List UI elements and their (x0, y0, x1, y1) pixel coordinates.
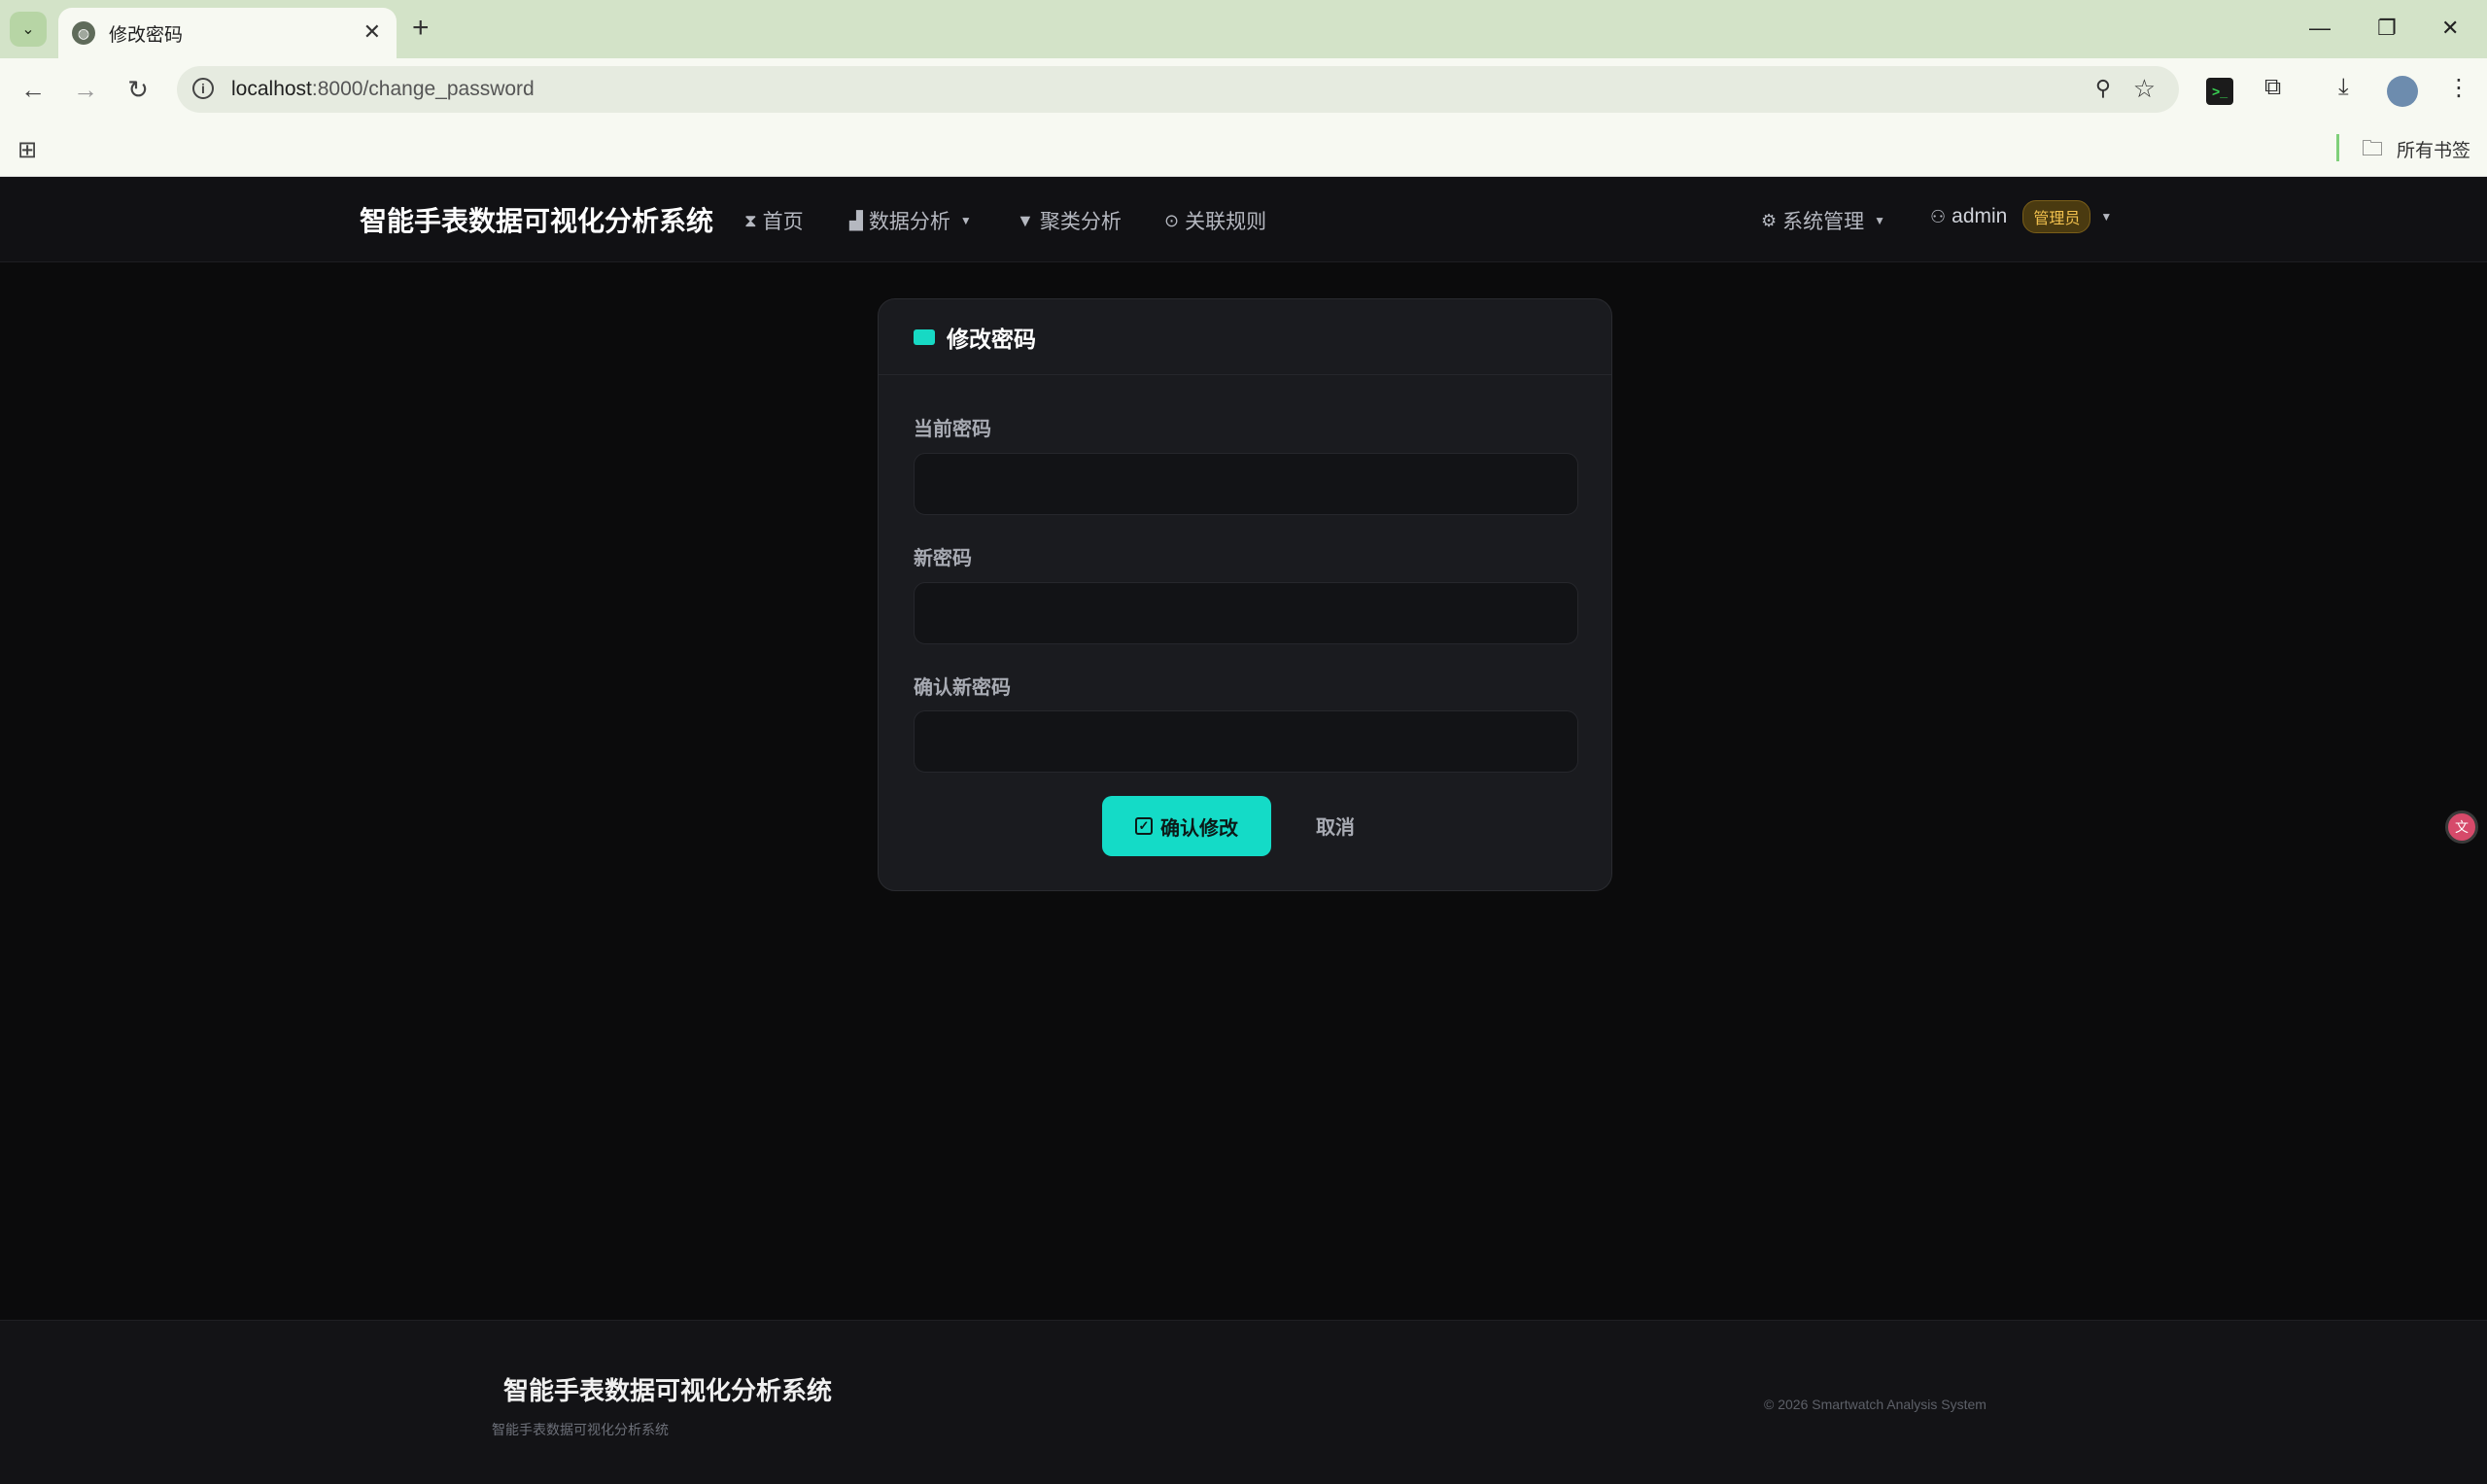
confirm-change-button[interactable]: ✓ 确认修改 (1102, 796, 1271, 856)
profile-avatar[interactable] (2387, 76, 2418, 107)
card-header: 修改密码 (879, 299, 1611, 375)
user-menu[interactable]: ⚇ admin 管理员 ▼ (1930, 200, 2112, 233)
chevron-down-icon: ⌄ (21, 21, 35, 38)
footer-brand: 智能手表数据可视化分析系统 (503, 1376, 833, 1405)
role-badge: 管理员 (2022, 200, 2091, 233)
thumb-down-icon: ▼ (1017, 210, 1034, 230)
tab-close-icon[interactable]: ✕ (363, 19, 381, 45)
bookmarks-divider (2336, 134, 2339, 161)
change-password-card: 修改密码 当前密码 新密码 确认新密码 ✓ 确认修改 取消 (878, 298, 1612, 891)
bookmark-star-icon[interactable]: ☆ (2133, 74, 2156, 104)
new-tab-button[interactable]: + (412, 12, 430, 45)
confirm-password-label: 确认新密码 (914, 677, 1011, 699)
tab-search-button[interactable]: ⌄ (10, 12, 47, 47)
browser-toolbar: ← → ↻ i localhost:8000/change_password ⚲… (0, 58, 2487, 121)
terminal-extension-icon[interactable]: >_ (2206, 78, 2233, 105)
current-password-label: 当前密码 (914, 419, 991, 440)
footer-subtitle: 智能手表数据可视化分析系统 (492, 1422, 669, 1437)
brand-title[interactable]: 智能手表数据可视化分析系统 (360, 200, 713, 239)
footer: 智能手表数据可视化分析系统 智能手表数据可视化分析系统 © 2026 Smart… (0, 1320, 2487, 1484)
controller-icon: ⊙ (1164, 210, 1180, 230)
download-icon[interactable]: ⤓ (2338, 74, 2349, 101)
forward-button[interactable]: → (68, 72, 103, 107)
monitor-icon (914, 328, 935, 345)
app-navbar: 智能手表数据可视化分析系统 ⧗ 首页 ▟ 数据分析 ▼ ▼ 聚类分析 ⊙ 关联规… (0, 177, 2487, 262)
folder-icon: 🗀 (2362, 136, 2384, 160)
minimize-button[interactable]: — (2309, 12, 2331, 45)
browser-tab[interactable]: ◍ 修改密码 ✕ (58, 8, 397, 58)
hourglass-icon: ⧗ (744, 210, 757, 230)
user-icon: ⚇ (1930, 206, 1947, 226)
all-bookmarks-link[interactable]: 所有书签 (2397, 136, 2470, 162)
caret-down-icon: ▼ (2100, 210, 2113, 224)
tab-title: 修改密码 (109, 24, 184, 46)
extensions-icon[interactable]: ⧉ (2264, 74, 2281, 101)
globe-icon: ◍ (72, 21, 95, 45)
new-password-label: 新密码 (914, 548, 972, 569)
nav-item-system-management[interactable]: ⚙ 系统管理 ▼ (1761, 206, 1885, 235)
new-password-input[interactable] (914, 582, 1578, 644)
back-button[interactable]: ← (16, 72, 51, 107)
gear-icon: ⚙ (1761, 210, 1778, 230)
menu-kebab-icon[interactable]: ⋮ (2447, 74, 2470, 102)
bar-chart-icon: ▟ (849, 210, 863, 230)
nav-item-association-rules[interactable]: ⊙ 关联规则 (1164, 206, 1266, 235)
browser-tab-bar: ⌄ ◍ 修改密码 ✕ + — ❐ ✕ (0, 0, 2487, 58)
confirm-password-input[interactable] (914, 710, 1578, 773)
cancel-button[interactable]: 取消 (1316, 811, 1355, 840)
nav-item-home[interactable]: ⧗ 首页 (744, 206, 804, 235)
nav-item-cluster-analysis[interactable]: ▼ 聚类分析 (1017, 206, 1122, 235)
restore-button[interactable]: ❐ (2377, 12, 2397, 45)
window-close-button[interactable]: ✕ (2441, 12, 2459, 45)
site-info-icon[interactable]: i (192, 78, 214, 99)
check-square-icon: ✓ (1135, 817, 1153, 835)
bookmarks-bar: ⊞ 🗀 所有书签 (0, 121, 2487, 177)
username: admin (1952, 205, 2008, 227)
nav-item-data-analysis[interactable]: ▟ 数据分析 ▼ (849, 206, 972, 235)
caret-down-icon: ▼ (959, 214, 972, 227)
reload-button[interactable]: ↻ (121, 72, 155, 107)
apps-grid-icon[interactable]: ⊞ (17, 136, 37, 164)
translate-icon[interactable]: 文 (2445, 811, 2478, 844)
address-bar[interactable]: i localhost:8000/change_password ⚲ ☆ (177, 66, 2179, 113)
caret-down-icon: ▼ (1874, 214, 1886, 227)
url-text: localhost:8000/change_password (231, 78, 535, 100)
card-title: 修改密码 (947, 326, 1036, 352)
current-password-input[interactable] (914, 453, 1578, 515)
footer-copyright: © 2026 Smartwatch Analysis System (1764, 1397, 1986, 1412)
zoom-icon[interactable]: ⚲ (2095, 76, 2111, 101)
